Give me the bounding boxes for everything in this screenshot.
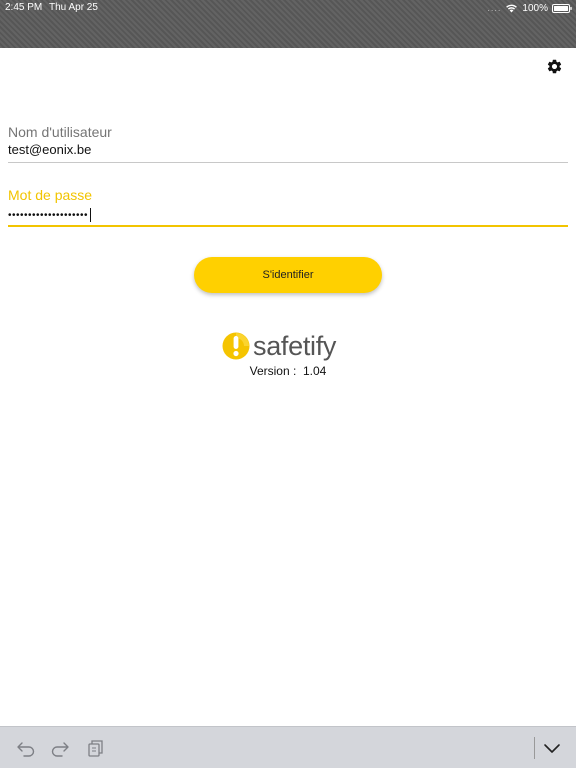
password-field[interactable]: Mot de passe •••••••••••••••••••• [8,187,568,229]
text-cursor [90,208,92,222]
settings-button[interactable] [545,57,563,75]
logo-wordmark: safetify [253,331,337,361]
username-field[interactable]: Nom d'utilisateur test@eonix.be [8,124,568,164]
version-info: Version : 1.04 [0,364,576,378]
app-header: 2:45 PM Thu Apr 25 .... 100% [0,0,576,48]
undo-icon[interactable] [16,739,36,757]
password-underline [8,225,568,227]
status-indicators: .... 100% [487,2,572,14]
redo-icon[interactable] [50,739,70,757]
status-time: 2:45 PM [5,2,43,13]
status-date: Thu Apr 25 [49,2,98,13]
gear-icon [547,59,561,73]
password-masked-value: •••••••••••••••••••• [8,209,89,221]
chevron-down-icon[interactable] [542,739,562,757]
version-number: 1.04 [303,364,327,378]
paste-icon[interactable] [86,739,106,757]
safetify-logo: safetify [222,330,348,362]
battery-icon [552,3,572,13]
signal-indicator: .... [487,3,502,13]
login-screen: 2:45 PM Thu Apr 25 .... 100% Nom d'utili… [0,0,576,768]
battery-percentage: 100% [522,2,548,14]
exclamation-logo-icon [222,332,250,360]
username-underline [8,162,568,163]
username-input[interactable]: test@eonix.be [8,142,568,157]
username-label: Nom d'utilisateur [8,124,112,140]
version-label: Version : [249,364,297,378]
toolbar-divider [534,737,535,759]
password-input[interactable]: •••••••••••••••••••• [8,208,568,222]
wifi-icon [506,4,518,13]
login-button[interactable]: S'identifier [194,257,382,293]
password-label: Mot de passe [8,187,93,203]
keyboard-shortcut-bar [0,726,576,768]
